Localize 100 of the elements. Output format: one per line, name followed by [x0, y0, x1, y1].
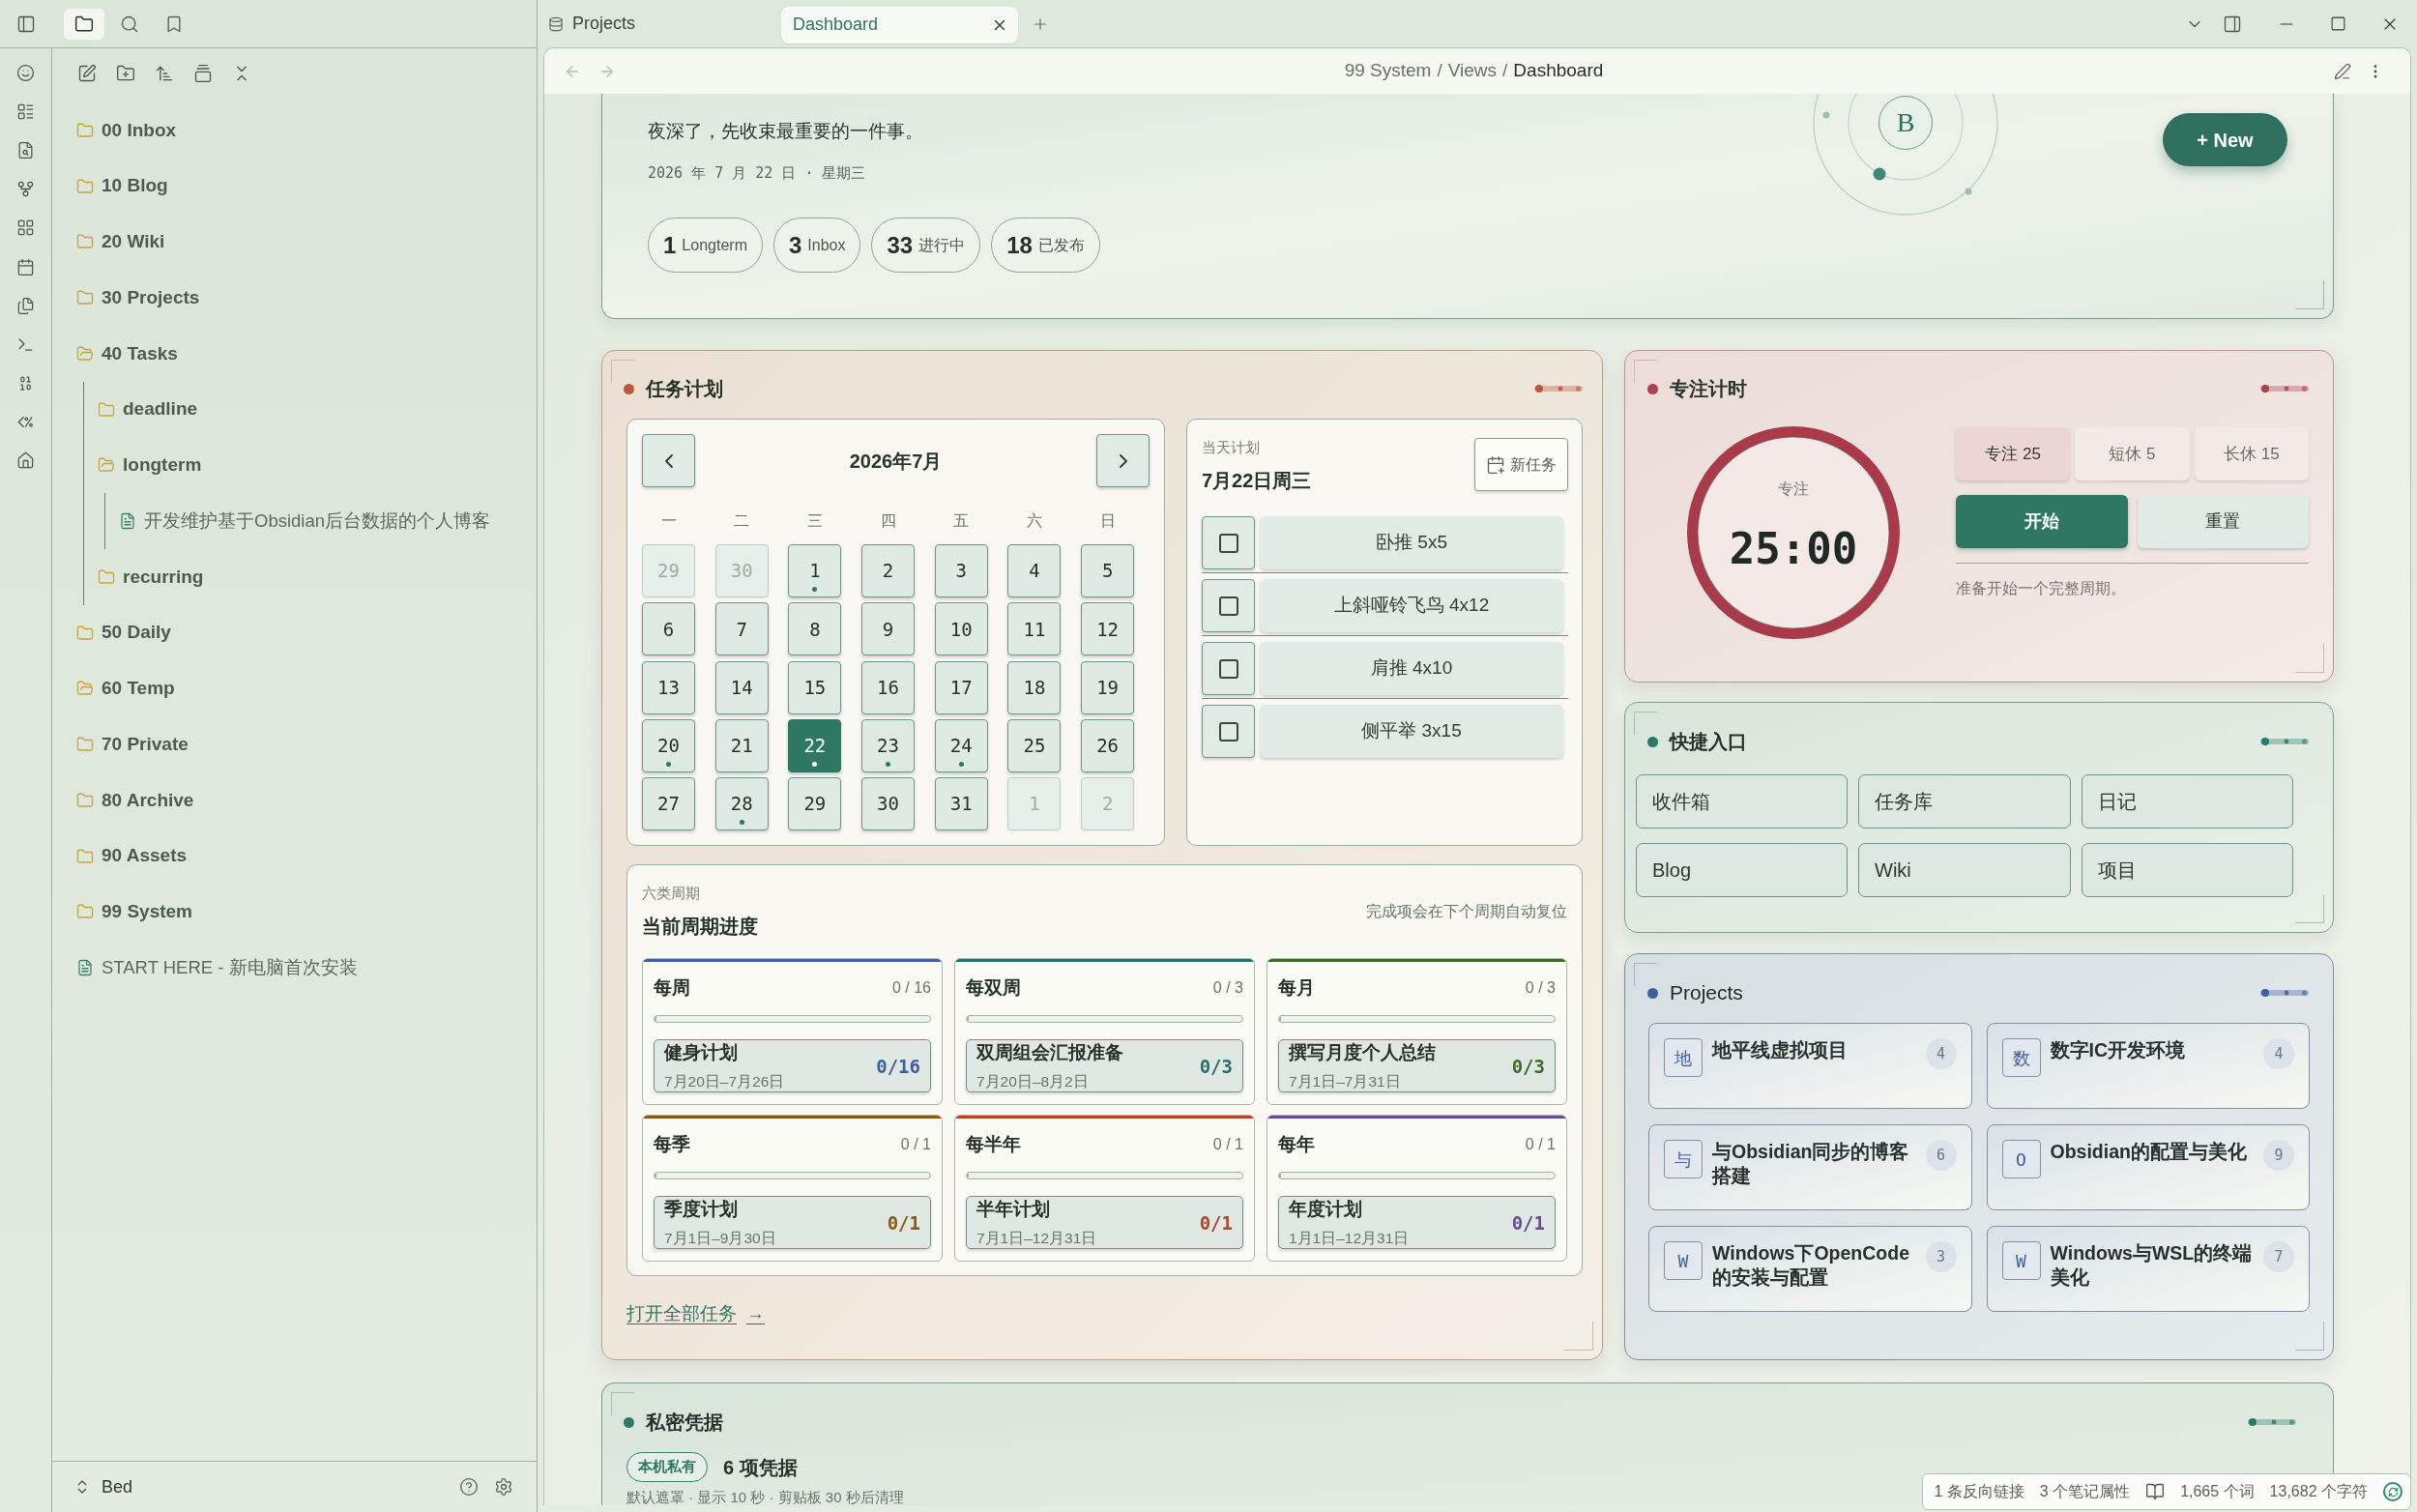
calendar-day[interactable]: 1: [788, 544, 842, 597]
edit-icon[interactable]: [2334, 62, 2351, 80]
checkbox-button[interactable]: [1202, 579, 1255, 632]
preset-button[interactable]: 长休 15: [2194, 427, 2309, 480]
folder-item[interactable]: 60 Temp: [76, 675, 175, 703]
sync-icon[interactable]: [2383, 1482, 2402, 1501]
calendar-day[interactable]: 13: [642, 660, 695, 714]
previous-month-button[interactable]: [642, 434, 695, 487]
task-button[interactable]: 侧平举 3x15: [1260, 705, 1563, 758]
quick-link-button[interactable]: 收件箱: [1636, 774, 1848, 829]
reset-button[interactable]: 重置: [2137, 495, 2309, 548]
calendar-day[interactable]: 25: [1007, 718, 1062, 772]
project-card[interactable]: W Windows下OpenCode的安装与配置 3: [1648, 1226, 1972, 1312]
quick-link-button[interactable]: Blog: [1636, 843, 1848, 897]
breadcrumb-link[interactable]: 99 System: [1344, 57, 1432, 85]
calendar-day[interactable]: 27: [642, 777, 695, 831]
calendar-day[interactable]: 9: [861, 602, 916, 656]
sidebar-tab[interactable]: [64, 8, 104, 40]
open-all-tasks-link[interactable]: 打开全部任务 →: [626, 1301, 765, 1326]
checkbox-button[interactable]: [1202, 516, 1255, 569]
new-button[interactable]: + New: [2163, 113, 2287, 166]
cycle-task-card[interactable]: 年度计划 1月1日–12月31日 0/1: [1278, 1196, 1556, 1249]
book-icon[interactable]: [2145, 1482, 2166, 1501]
folder-item[interactable]: 20 Wiki: [76, 228, 165, 256]
start-button[interactable]: 开始: [1956, 495, 2128, 548]
project-card[interactable]: 地 地平线虚拟项目 4: [1648, 1023, 1972, 1109]
task-button[interactable]: 上斜哑铃飞鸟 4x12: [1260, 579, 1563, 632]
project-card[interactable]: 数 数字IC开发环境 4: [1986, 1023, 2310, 1109]
help-icon[interactable]: [459, 1477, 479, 1497]
new-folder-icon[interactable]: [116, 64, 135, 83]
folder-item[interactable]: recurring: [98, 563, 204, 592]
project-card[interactable]: W Windows与WSL的终端美化 7: [1986, 1226, 2310, 1312]
new-note-icon[interactable]: [77, 64, 97, 83]
vault-switcher[interactable]: Bed: [73, 1473, 133, 1500]
tab[interactable]: Dashboard: [781, 6, 1018, 44]
properties-count[interactable]: 3 个笔记属性: [2039, 1480, 2131, 1503]
folder-item[interactable]: 40 Tasks: [76, 339, 178, 368]
breadcrumb-link[interactable]: Dashboard: [1513, 57, 1604, 85]
calendar-icon[interactable]: [16, 257, 35, 276]
preset-button[interactable]: 专注 25: [1956, 427, 2071, 480]
calendar-day[interactable]: 28: [714, 777, 769, 831]
calendar-day[interactable]: 15: [788, 660, 842, 714]
task-button[interactable]: 卧推 5x5: [1260, 516, 1563, 569]
cycle-task-card[interactable]: 撰写月度个人总结 7月1日–7月31日 0/3: [1278, 1039, 1556, 1092]
folder-item[interactable]: longterm: [98, 451, 202, 480]
calendar-day[interactable]: 12: [1081, 602, 1135, 656]
calendar-day[interactable]: 14: [714, 660, 769, 714]
maximize-icon[interactable]: [2330, 15, 2346, 32]
folder-item[interactable]: 99 System: [76, 898, 192, 926]
grid-icon[interactable]: [16, 218, 35, 238]
calendar-day[interactable]: 26: [1081, 718, 1135, 772]
quick-link-button[interactable]: 日记: [2082, 774, 2293, 829]
calendar-day[interactable]: 24: [934, 718, 988, 772]
calendar-day[interactable]: 29: [788, 777, 842, 831]
breadcrumb-link[interactable]: Views: [1447, 57, 1498, 85]
calendar-day[interactable]: 11: [1007, 602, 1062, 656]
calendar-day[interactable]: 18: [1007, 660, 1062, 714]
calendar-day[interactable]: 7: [714, 602, 769, 656]
calendar-day[interactable]: 17: [934, 660, 988, 714]
calendar-day[interactable]: 31: [934, 777, 988, 831]
quick-link-button[interactable]: 项目: [2082, 843, 2293, 897]
new-task-button[interactable]: 新任务: [1474, 438, 1568, 491]
project-card[interactable]: O Obsidian的配置与美化 9: [1986, 1124, 2310, 1210]
folder-item[interactable]: 10 Blog: [76, 172, 168, 200]
calendar-day[interactable]: 4: [1007, 544, 1062, 597]
cycle-task-card[interactable]: 健身计划 7月20日–7月26日 0/16: [654, 1039, 931, 1092]
quick-link-button[interactable]: 任务库: [1858, 774, 2071, 829]
calendar-day[interactable]: 20: [642, 718, 695, 772]
next-month-button[interactable]: [1096, 434, 1150, 487]
calendar-day[interactable]: 22: [788, 718, 842, 772]
calendar-day[interactable]: 5: [1081, 544, 1135, 597]
folder-item[interactable]: deadline: [98, 395, 198, 423]
backlinks-count[interactable]: 1 条反向链接: [1934, 1480, 2024, 1503]
folder-item[interactable]: 30 Projects: [76, 283, 200, 312]
preset-button[interactable]: 短休 5: [2075, 427, 2190, 480]
sort-icon[interactable]: [155, 64, 174, 83]
folder-item[interactable]: 80 Archive: [76, 786, 194, 815]
calendar-day[interactable]: 2: [861, 544, 916, 597]
folder-item[interactable]: 50 Daily: [76, 619, 171, 647]
calendar-day[interactable]: 30: [861, 777, 916, 831]
calendar-day[interactable]: 10: [934, 602, 988, 656]
checkbox-button[interactable]: [1202, 642, 1255, 695]
task-button[interactable]: 肩推 4x10: [1260, 642, 1563, 695]
smiley-icon[interactable]: [16, 63, 35, 82]
calendar-day[interactable]: 16: [861, 660, 916, 714]
fork-icon[interactable]: [16, 180, 35, 199]
calendar-day[interactable]: 19: [1081, 660, 1135, 714]
home-icon[interactable]: [16, 451, 35, 471]
project-card[interactable]: 与 与Obsidian同步的博客搭建 6: [1648, 1124, 1972, 1210]
reveal-file-icon[interactable]: [193, 64, 213, 83]
file-item[interactable]: 开发维护基于Obsidian后台数据的个人博客: [119, 508, 490, 535]
tab[interactable]: Projects: [544, 5, 640, 43]
file-item[interactable]: START HERE - 新电脑首次安装: [76, 954, 358, 981]
calendar-day[interactable]: 6: [642, 602, 695, 656]
cycle-task-card[interactable]: 双周组会汇报准备 7月20日–8月2日 0/3: [966, 1039, 1243, 1092]
cycle-task-card[interactable]: 季度计划 7月1日–9月30日 0/1: [654, 1196, 931, 1249]
right-sidebar-toggle-icon[interactable]: [2223, 14, 2242, 34]
calendar-day[interactable]: 23: [861, 718, 916, 772]
file-search-icon[interactable]: [16, 140, 35, 160]
folder-item[interactable]: 90 Assets: [76, 842, 188, 870]
